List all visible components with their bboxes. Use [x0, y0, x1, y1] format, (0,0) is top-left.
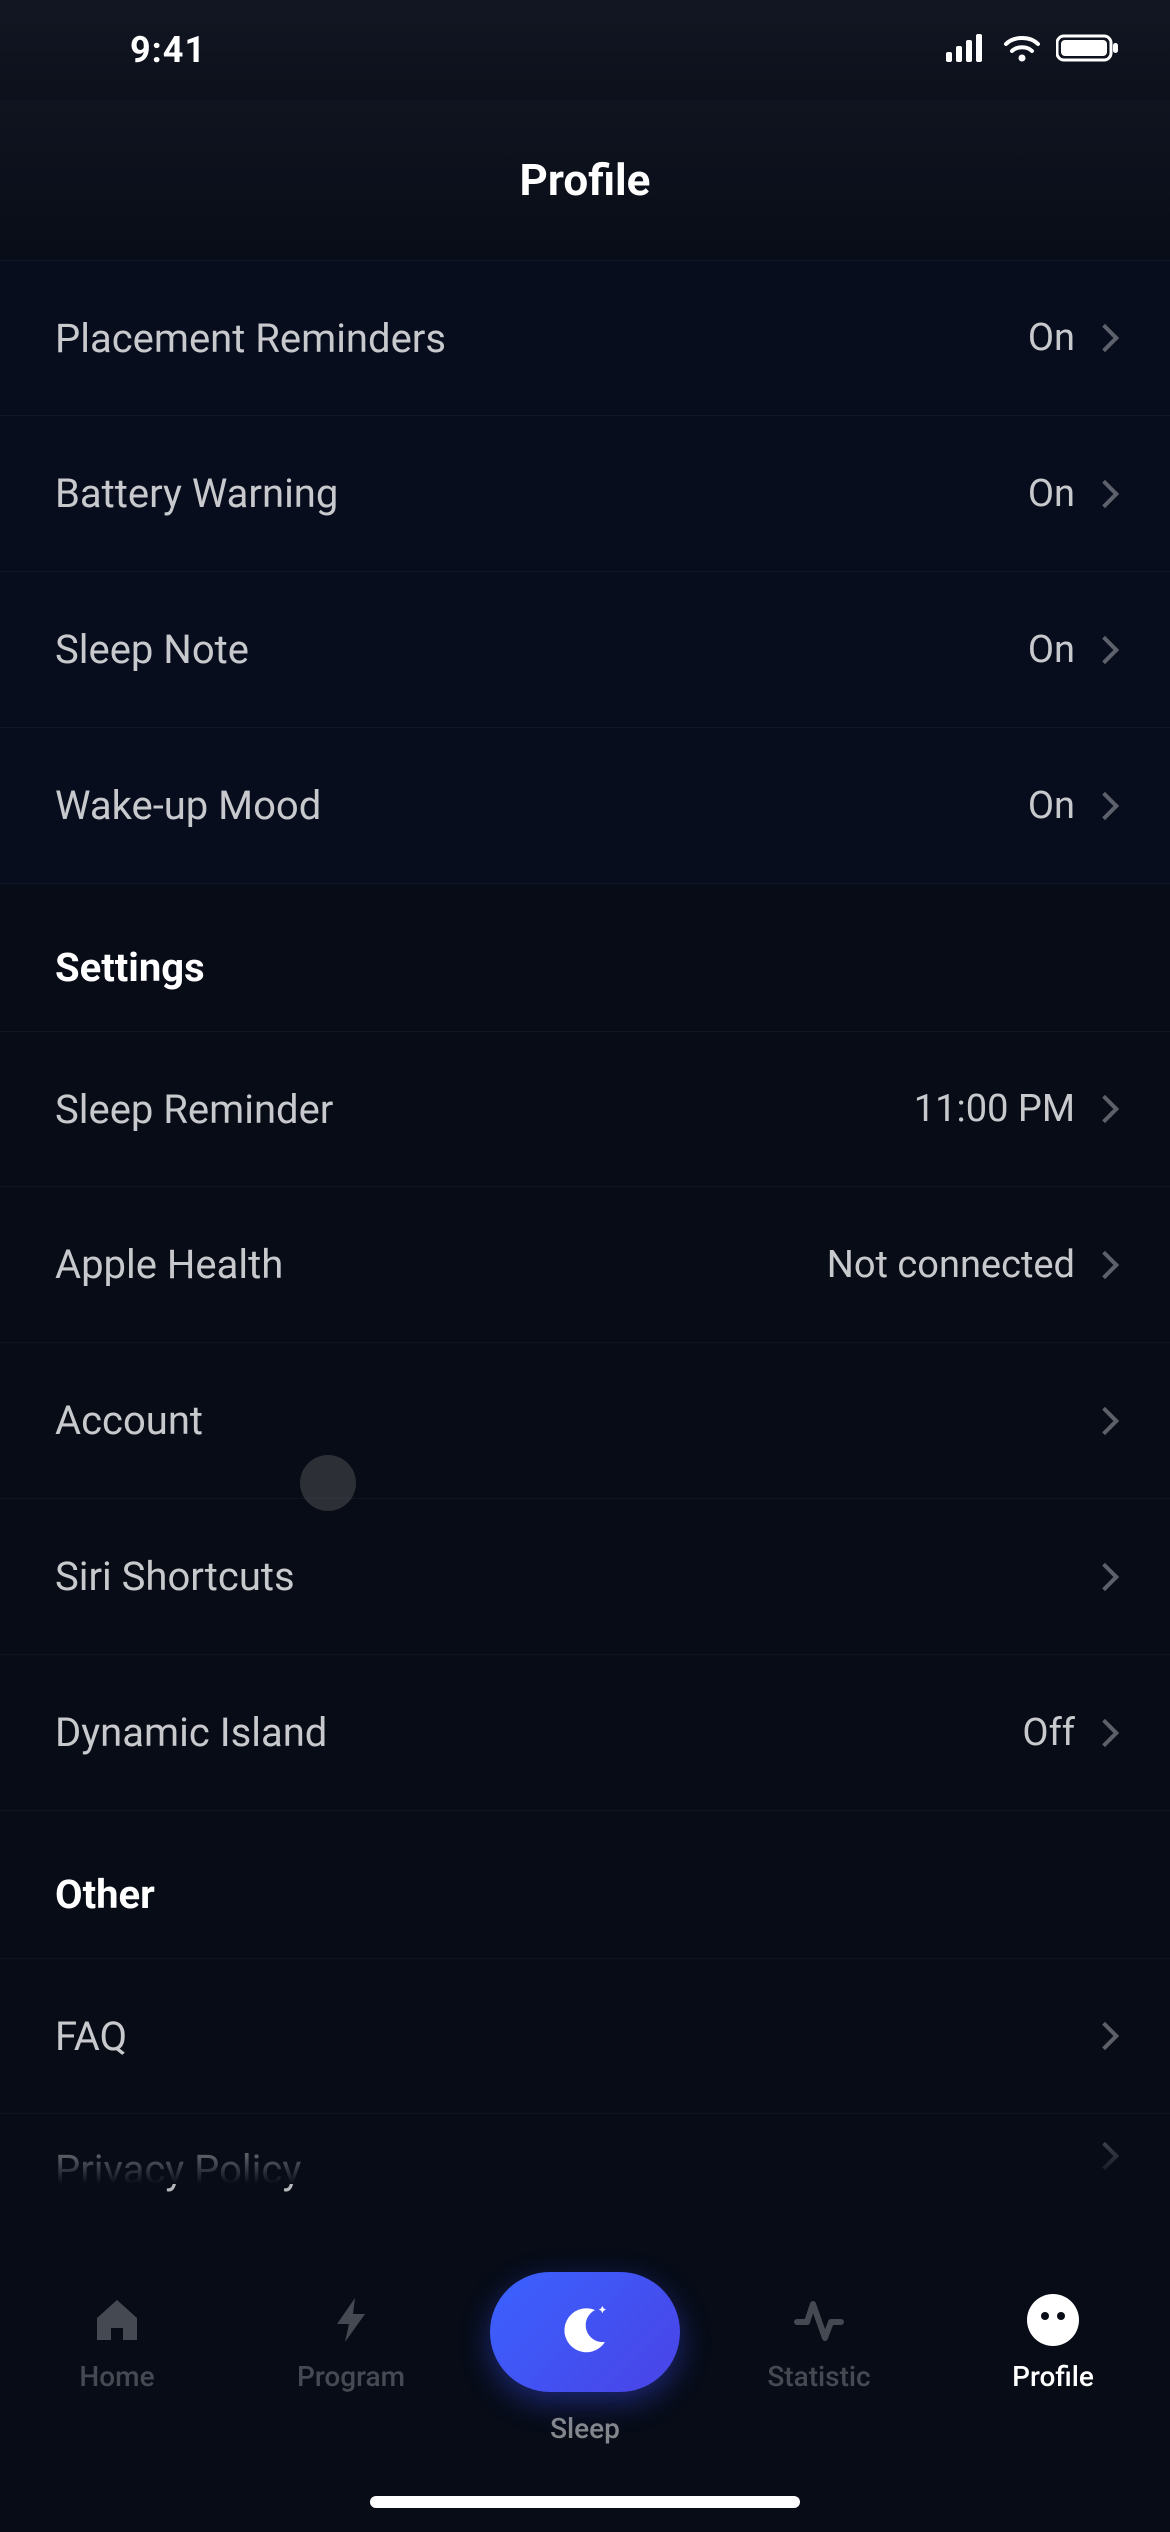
row-label: FAQ — [55, 2013, 127, 2060]
tab-sleep[interactable]: Sleep — [485, 2292, 685, 2445]
tracking-settings-group: Placement Reminders On Battery Warning O… — [0, 260, 1170, 884]
battery-icon — [1056, 34, 1120, 66]
row-dynamic-island[interactable]: Dynamic Island Off — [0, 1655, 1170, 1811]
tab-bar: Home Program Sleep Statistic Profile — [0, 2272, 1170, 2532]
chevron-right-icon — [1091, 1406, 1119, 1434]
row-value: 11:00 PM — [914, 1087, 1075, 1131]
row-value: Not connected — [827, 1243, 1075, 1287]
scroll-area[interactable]: Placement Reminders On Battery Warning O… — [0, 260, 1170, 2272]
tab-profile[interactable]: Profile — [953, 2292, 1153, 2393]
row-label: Apple Health — [55, 1241, 283, 1288]
tab-label: Home — [79, 2360, 154, 2393]
row-sleep-note[interactable]: Sleep Note On — [0, 572, 1170, 728]
row-label: Account — [55, 1397, 203, 1444]
row-siri-shortcuts[interactable]: Siri Shortcuts — [0, 1499, 1170, 1655]
row-label: Dynamic Island — [55, 1709, 327, 1756]
other-group: FAQ Privacy Policy — [0, 1958, 1170, 2184]
row-value: On — [1028, 628, 1075, 672]
tab-label: Statistic — [767, 2360, 870, 2393]
section-title-settings: Settings — [0, 884, 1170, 1031]
row-label: Placement Reminders — [55, 315, 446, 362]
chevron-right-icon — [1091, 791, 1119, 819]
status-bar: 9:41 — [0, 0, 1170, 100]
row-placement-reminders[interactable]: Placement Reminders On — [0, 260, 1170, 416]
row-label: Sleep Note — [55, 626, 249, 673]
profile-icon — [1025, 2292, 1081, 2348]
chevron-right-icon — [1091, 1718, 1119, 1746]
chevron-right-icon — [1091, 1562, 1119, 1590]
sleep-button[interactable] — [490, 2272, 680, 2392]
home-icon — [89, 2292, 145, 2348]
chevron-right-icon — [1091, 635, 1119, 663]
bolt-icon — [323, 2292, 379, 2348]
tab-label: Program — [297, 2360, 405, 2393]
row-privacy-policy[interactable]: Privacy Policy — [0, 2114, 1170, 2184]
chevron-right-icon — [1091, 1095, 1119, 1123]
chevron-right-icon — [1091, 2142, 1119, 2170]
row-label: Sleep Reminder — [55, 1086, 333, 1133]
row-sleep-reminder[interactable]: Sleep Reminder 11:00 PM — [0, 1031, 1170, 1187]
tab-label: Sleep — [550, 2412, 620, 2445]
status-icons — [946, 34, 1120, 66]
chevron-right-icon — [1091, 2022, 1119, 2050]
tab-label: Profile — [1012, 2360, 1094, 2393]
row-value: On — [1028, 316, 1075, 360]
header: Profile — [0, 100, 1170, 260]
row-label: Privacy Policy — [55, 2146, 301, 2193]
row-account[interactable]: Account — [0, 1343, 1170, 1499]
row-value: Off — [1022, 1711, 1075, 1755]
chevron-right-icon — [1091, 1250, 1119, 1278]
moon-icon — [555, 2300, 615, 2364]
status-time: 9:41 — [130, 29, 206, 71]
activity-icon — [791, 2292, 847, 2348]
row-label: Battery Warning — [55, 470, 338, 517]
chevron-right-icon — [1091, 324, 1119, 352]
row-faq[interactable]: FAQ — [0, 1958, 1170, 2114]
cellular-icon — [946, 34, 988, 66]
wifi-icon — [1002, 34, 1042, 66]
tab-program[interactable]: Program — [251, 2292, 451, 2393]
row-battery-warning[interactable]: Battery Warning On — [0, 416, 1170, 572]
row-label: Wake-up Mood — [55, 782, 321, 829]
page-title: Profile — [520, 154, 651, 206]
tab-home[interactable]: Home — [17, 2292, 217, 2393]
row-wake-up-mood[interactable]: Wake-up Mood On — [0, 728, 1170, 884]
row-value: On — [1028, 472, 1075, 516]
settings-group: Sleep Reminder 11:00 PM Apple Health Not… — [0, 1031, 1170, 1811]
home-indicator[interactable] — [370, 2496, 800, 2508]
tab-statistic[interactable]: Statistic — [719, 2292, 919, 2393]
chevron-right-icon — [1091, 479, 1119, 507]
section-title-other: Other — [0, 1811, 1170, 1958]
row-label: Siri Shortcuts — [55, 1553, 295, 1600]
row-apple-health[interactable]: Apple Health Not connected — [0, 1187, 1170, 1343]
row-value: On — [1028, 784, 1075, 828]
